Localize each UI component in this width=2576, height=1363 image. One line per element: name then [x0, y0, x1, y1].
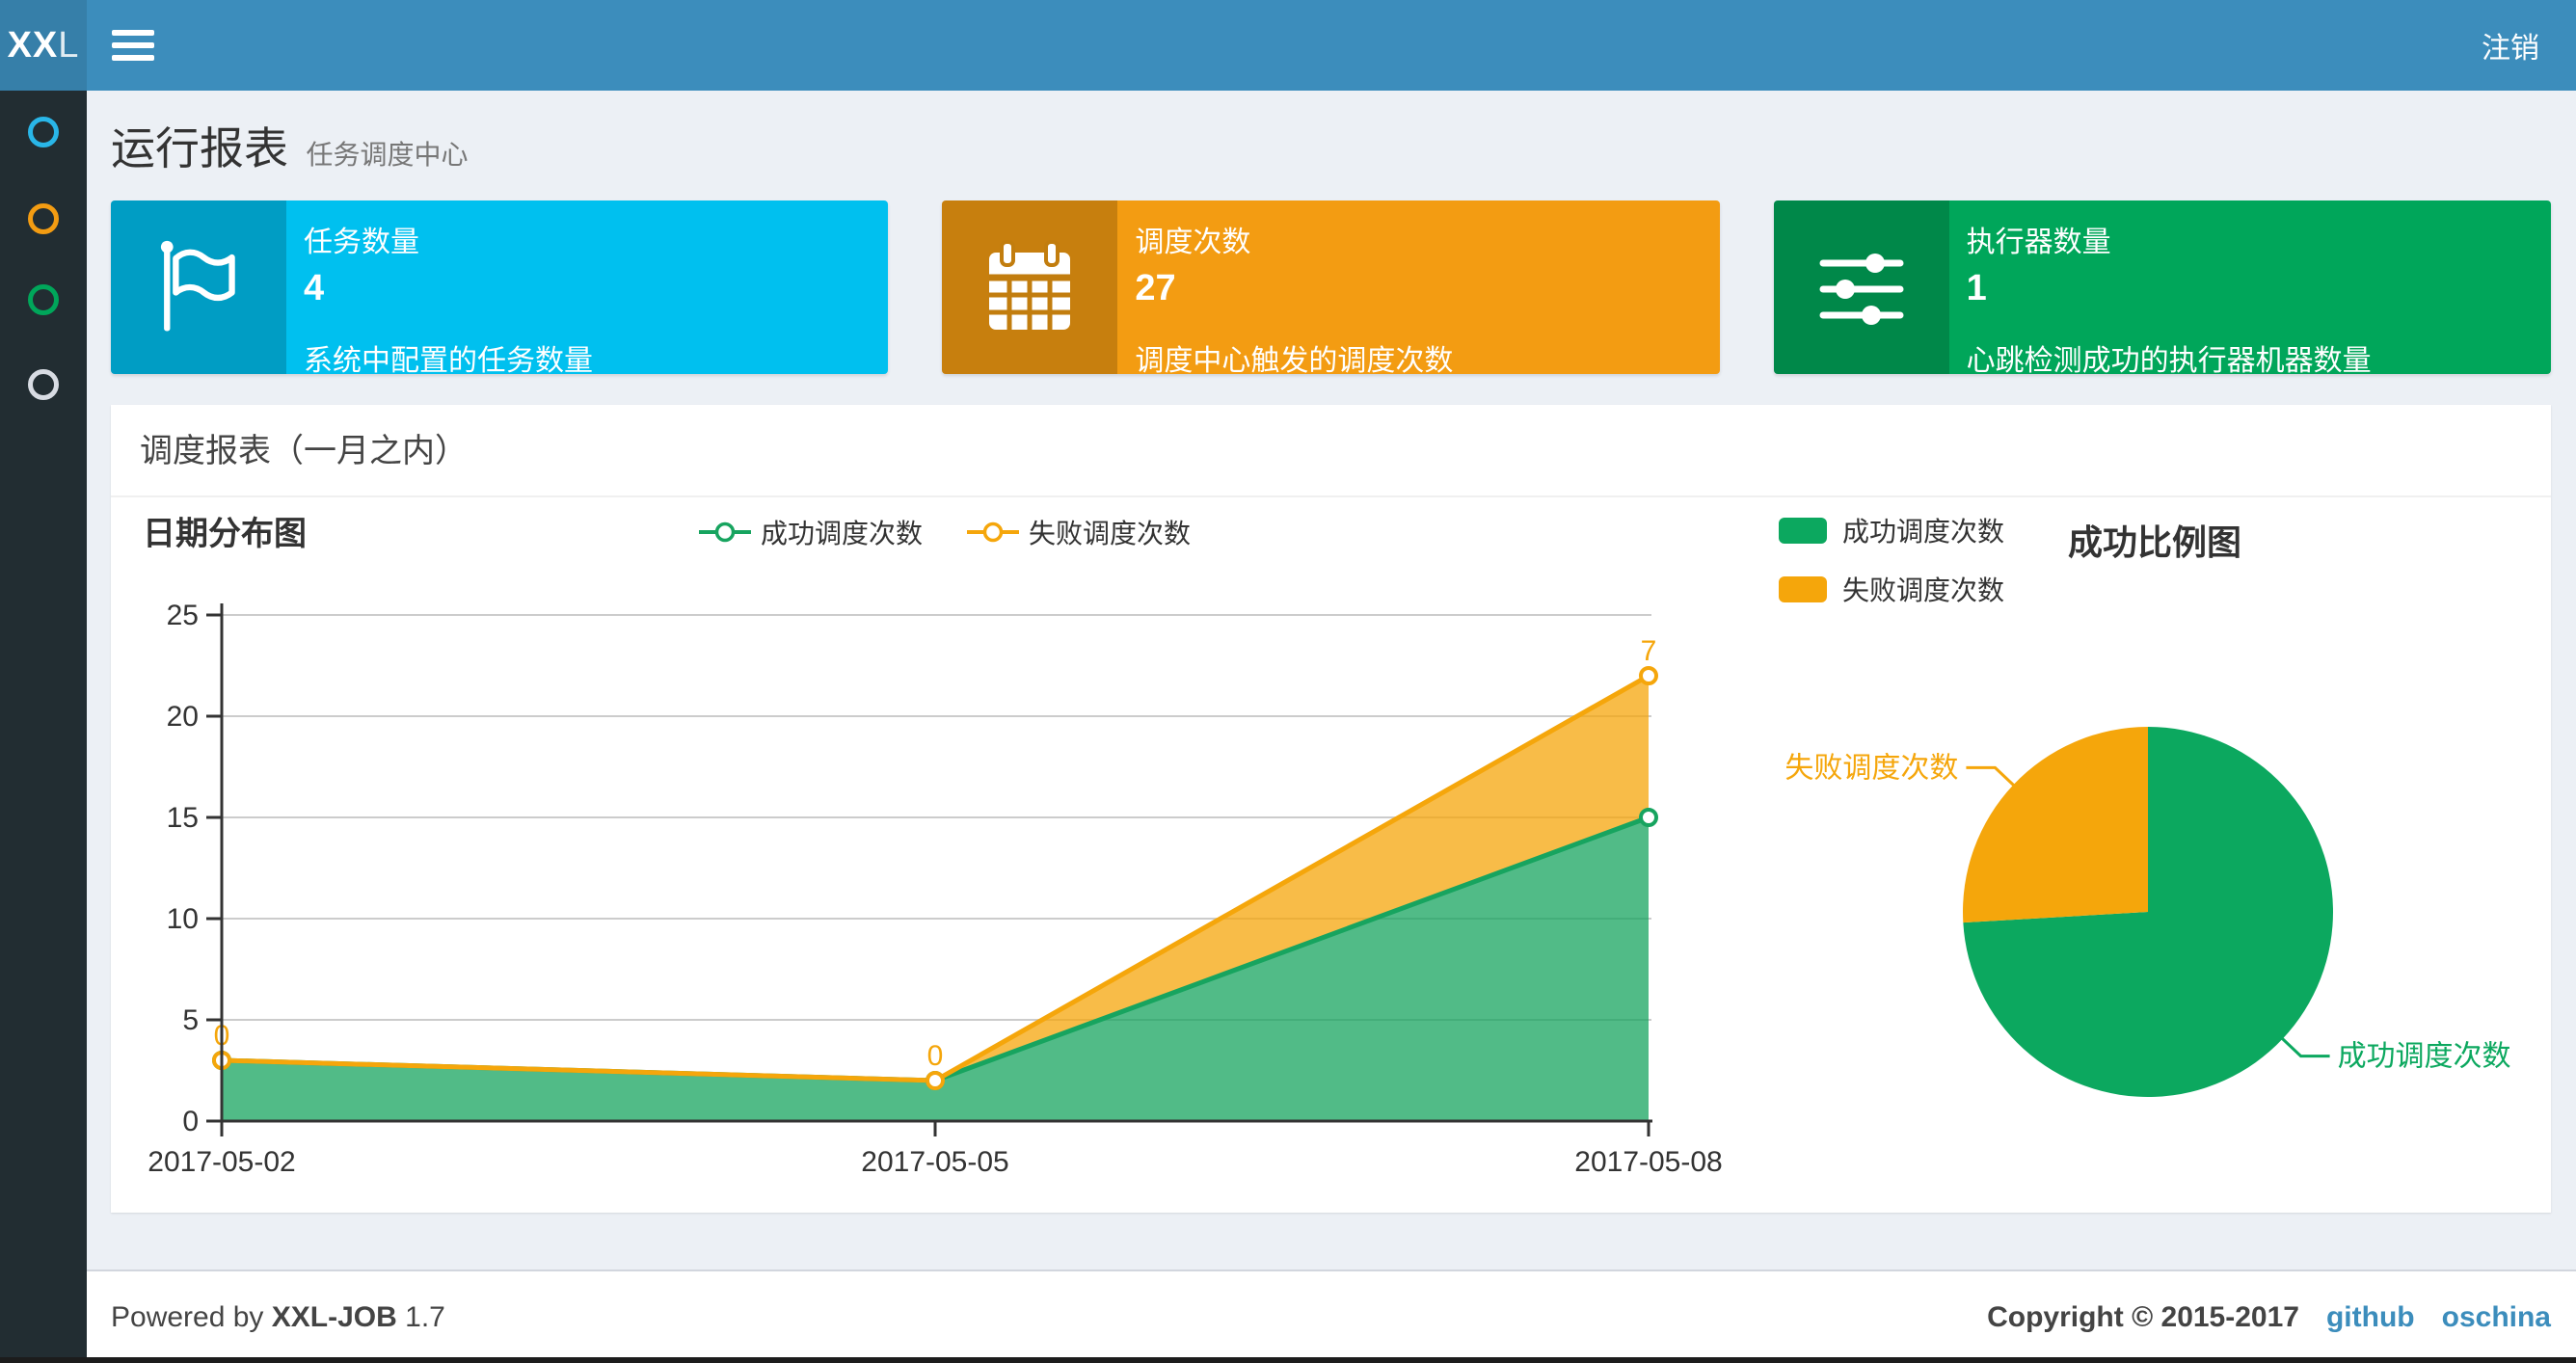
- top-navbar: XX L 注销: [0, 0, 2576, 91]
- pie-chart-title: 成功比例图: [2067, 522, 2241, 562]
- stat-box-executors: 执行器数量 1 心跳检测成功的执行器机器数量: [1773, 200, 2551, 374]
- svg-text:10: 10: [167, 903, 199, 935]
- legend-item-成功调度次数[interactable]: 成功调度次数: [698, 513, 923, 551]
- sidebar: [0, 91, 87, 1363]
- line-chart-legend: 成功调度次数 失败调度次数: [125, 513, 1764, 551]
- stat-label: 调度次数: [1135, 227, 1251, 258]
- svg-text:成功调度次数: 成功调度次数: [2338, 1041, 2511, 1073]
- panel-title: 调度报表（一月之内）: [111, 405, 2551, 497]
- svg-text:25: 25: [167, 600, 199, 631]
- window-bottom-edge: [0, 1357, 2576, 1363]
- stat-boxes-row: 任务数量 4 系统中配置的任务数量 调度次数 27 调度中心触发的调度次数 执行…: [111, 200, 2551, 374]
- flag-icon: [111, 200, 286, 374]
- legend-swatch-icon: [1779, 575, 1827, 602]
- stat-description: 调度中心触发的调度次数: [1135, 345, 1454, 374]
- github-link[interactable]: github: [2326, 1301, 2415, 1333]
- stat-box-content: 执行器数量 1 心跳检测成功的执行器机器数量: [1949, 200, 2551, 374]
- svg-text:15: 15: [167, 802, 199, 834]
- page-subtitle: 任务调度中心: [306, 140, 469, 170]
- svg-text:7: 7: [1641, 635, 1657, 667]
- line-marker-icon: [698, 521, 751, 543]
- svg-text:20: 20: [167, 701, 199, 733]
- logout-link[interactable]: 注销: [2482, 24, 2539, 67]
- copyright-text: Copyright © 2015-2017 github oschina: [1987, 1300, 2551, 1333]
- stat-value: 4: [304, 268, 325, 308]
- success-ratio-pie-chart: 成功调度次数 失败调度次数: [1784, 727, 2511, 1097]
- svg-text:2017-05-02: 2017-05-02: [148, 1146, 295, 1178]
- stat-value: 1: [1966, 268, 1987, 308]
- legend-item-失败调度次数[interactable]: 失败调度次数: [967, 513, 1191, 551]
- sidebar-item-menu-logs[interactable]: [28, 284, 59, 315]
- svg-text:失败调度次数: 失败调度次数: [1784, 752, 1958, 784]
- logo-text-light: L: [58, 24, 80, 66]
- logo-text-bold: XX: [7, 24, 59, 66]
- powered-by-text: Powered by XXL-JOB 1.7: [111, 1300, 445, 1333]
- calendar-icon: [942, 200, 1118, 374]
- sidebar-toggle-icon[interactable]: [112, 30, 154, 61]
- oschina-link[interactable]: oschina: [2442, 1301, 2551, 1333]
- pie-legend-item-成功调度次数[interactable]: 成功调度次数: [1779, 511, 2004, 549]
- stat-box-content: 调度次数 27 调度中心触发的调度次数: [1117, 200, 1719, 374]
- sidebar-item-menu-other[interactable]: [28, 369, 59, 400]
- legend-swatch-icon: [1779, 517, 1827, 544]
- svg-text:0: 0: [927, 1040, 944, 1072]
- svg-text:2017-05-05: 2017-05-05: [861, 1146, 1008, 1178]
- legend-label: 成功调度次数: [760, 519, 923, 548]
- app-logo[interactable]: XX L: [0, 0, 87, 91]
- legend-label: 失败调度次数: [1842, 575, 2005, 605]
- stat-description: 系统中配置的任务数量: [304, 345, 593, 374]
- sliders-icon: [1773, 200, 1949, 374]
- pie-legend-item-失败调度次数[interactable]: 失败调度次数: [1779, 570, 2004, 608]
- page-header: 运行报表 任务调度中心: [111, 114, 468, 177]
- report-panel: 调度报表（一月之内） 日期分布图 成功调度次数失败调度次数 0070510152…: [111, 405, 2551, 1213]
- sidebar-item-menu-jobs[interactable]: [28, 203, 59, 234]
- stat-box-jobs: 任务数量 4 系统中配置的任务数量: [111, 200, 889, 374]
- stat-label: 执行器数量: [1966, 227, 2111, 258]
- legend-label: 成功调度次数: [1842, 517, 2005, 547]
- stat-value: 27: [1135, 268, 1176, 308]
- svg-text:5: 5: [182, 1004, 199, 1036]
- svg-text:0: 0: [182, 1106, 199, 1137]
- line-marker-icon: [967, 521, 1019, 543]
- product-name: XXL-JOB: [271, 1300, 397, 1333]
- svg-text:2017-05-08: 2017-05-08: [1574, 1146, 1722, 1178]
- stat-label: 任务数量: [304, 227, 419, 258]
- pie-chart-legend: 成功调度次数 失败调度次数: [1779, 511, 2004, 608]
- stat-description: 心跳检测成功的执行器机器数量: [1966, 345, 2372, 374]
- legend-label: 失败调度次数: [1029, 519, 1192, 548]
- stat-box-triggers: 调度次数 27 调度中心触发的调度次数: [942, 200, 1720, 374]
- stat-box-content: 任务数量 4 系统中配置的任务数量: [286, 200, 888, 374]
- date-distribution-chart: 00705101520252017-05-022017-05-052017-05…: [148, 600, 1722, 1178]
- sidebar-item-menu-report[interactable]: [28, 117, 59, 147]
- footer: Powered by XXL-JOB 1.7 Copyright © 2015-…: [87, 1269, 2576, 1363]
- page-title: 运行报表: [111, 123, 288, 174]
